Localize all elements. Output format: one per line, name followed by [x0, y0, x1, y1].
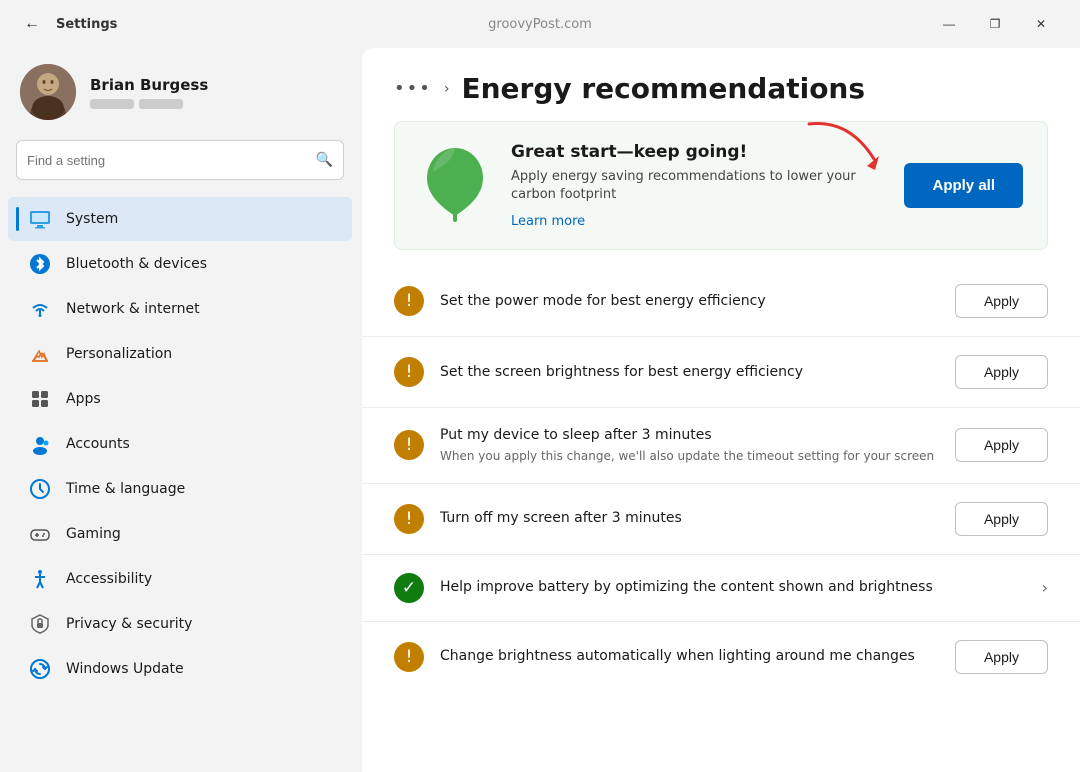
hero-title: Great start—keep going! — [511, 142, 884, 162]
sidebar-item-gaming[interactable]: Gaming — [8, 512, 352, 556]
sidebar-item-accounts[interactable]: Accounts — [8, 422, 352, 466]
app-name: Settings — [56, 17, 117, 32]
maximize-button[interactable]: ❐ — [972, 6, 1018, 42]
user-name: Brian Burgess — [90, 76, 208, 94]
rec-sublabel-sleep: When you apply this change, we'll also u… — [440, 449, 939, 465]
hero-desc: Apply energy saving recommendations to l… — [511, 168, 884, 204]
page-title: Energy recommendations — [461, 72, 865, 105]
rec-row-screen-off: ! Turn off my screen after 3 minutes App… — [362, 484, 1080, 555]
chevron-right-icon: › — [1042, 578, 1048, 597]
time-icon — [28, 477, 52, 501]
breadcrumb-dots: ••• — [394, 78, 432, 99]
content-header: ••• › Energy recommendations — [362, 48, 1080, 121]
warning-icon-screen-off: ! — [394, 504, 424, 534]
sidebar-item-accessibility[interactable]: Accessibility — [8, 557, 352, 601]
rec-row-power-mode: ! Set the power mode for best energy eff… — [362, 266, 1080, 337]
learn-more-link[interactable]: Learn more — [511, 214, 585, 229]
rec-text-battery-optimize: Help improve battery by optimizing the c… — [440, 578, 1018, 598]
bluetooth-icon — [28, 252, 52, 276]
rec-row-sleep: ! Put my device to sleep after 3 minutes… — [362, 408, 1080, 483]
rec-label-screen-brightness: Set the screen brightness for best energ… — [440, 363, 939, 383]
accounts-icon — [28, 432, 52, 456]
apply-all-button[interactable]: Apply all — [904, 163, 1023, 208]
personalization-icon — [28, 342, 52, 366]
search-icon: 🔍 — [316, 152, 333, 168]
sidebar-item-time-label: Time & language — [66, 481, 185, 497]
hero-banner: Great start—keep going! Apply energy sav… — [394, 121, 1048, 250]
network-icon — [28, 297, 52, 321]
sidebar-item-system[interactable]: System — [8, 197, 352, 241]
sidebar-item-network[interactable]: Network & internet — [8, 287, 352, 331]
site-watermark: groovyPost.com — [488, 17, 592, 32]
rec-label-auto-brightness: Change brightness automatically when lig… — [440, 647, 939, 667]
rec-text-power-mode: Set the power mode for best energy effic… — [440, 292, 939, 312]
sidebar-item-apps-label: Apps — [66, 391, 101, 407]
apply-button-screen-off[interactable]: Apply — [955, 502, 1048, 536]
apply-button-auto-brightness[interactable]: Apply — [955, 640, 1048, 674]
account-bar-2 — [139, 99, 183, 109]
system-icon — [28, 207, 52, 231]
sidebar-item-update[interactable]: Windows Update — [8, 647, 352, 691]
warning-icon-screen-brightness: ! — [394, 357, 424, 387]
search-box[interactable]: 🔍 — [16, 140, 344, 180]
rec-row-auto-brightness: ! Change brightness automatically when l… — [362, 622, 1080, 692]
sidebar-item-accounts-label: Accounts — [66, 436, 130, 452]
gaming-icon — [28, 522, 52, 546]
accessibility-icon — [28, 567, 52, 591]
title-bar: ← Settings groovyPost.com — ❐ ✕ — [0, 0, 1080, 48]
warning-icon-sleep: ! — [394, 430, 424, 460]
sidebar-item-personalization-label: Personalization — [66, 346, 172, 362]
search-input[interactable] — [27, 153, 316, 168]
rec-label-power-mode: Set the power mode for best energy effic… — [440, 292, 939, 312]
content-area: ••• › Energy recommendations Great start — [362, 48, 1080, 772]
back-button[interactable]: ← — [16, 8, 48, 40]
warning-icon-auto-brightness: ! — [394, 642, 424, 672]
sidebar-item-bluetooth[interactable]: Bluetooth & devices — [8, 242, 352, 286]
sidebar-item-personalization[interactable]: Personalization — [8, 332, 352, 376]
leaf-icon — [419, 144, 491, 228]
user-profile: Brian Burgess — [0, 48, 360, 140]
rec-label-screen-off: Turn off my screen after 3 minutes — [440, 509, 939, 529]
close-button[interactable]: ✕ — [1018, 6, 1064, 42]
success-icon-battery-optimize: ✓ — [394, 573, 424, 603]
sidebar-item-system-label: System — [66, 211, 118, 227]
sidebar-item-time[interactable]: Time & language — [8, 467, 352, 511]
rec-text-screen-brightness: Set the screen brightness for best energ… — [440, 363, 939, 383]
warning-icon-power-mode: ! — [394, 286, 424, 316]
sidebar-item-gaming-label: Gaming — [66, 526, 121, 542]
rec-row-battery-optimize[interactable]: ✓ Help improve battery by optimizing the… — [362, 555, 1080, 622]
avatar — [20, 64, 76, 120]
minimize-button[interactable]: — — [926, 6, 972, 42]
privacy-icon — [28, 612, 52, 636]
sidebar: Brian Burgess 🔍 — [0, 48, 360, 772]
rec-text-sleep: Put my device to sleep after 3 minutes W… — [440, 426, 939, 464]
rec-row-screen-brightness: ! Set the screen brightness for best ene… — [362, 337, 1080, 408]
sidebar-item-apps[interactable]: Apps — [8, 377, 352, 421]
breadcrumb-arrow: › — [444, 81, 450, 97]
sidebar-item-privacy-label: Privacy & security — [66, 616, 192, 632]
update-icon — [28, 657, 52, 681]
account-bar-1 — [90, 99, 134, 109]
rec-text-screen-off: Turn off my screen after 3 minutes — [440, 509, 939, 529]
window-controls: — ❐ ✕ — [926, 6, 1064, 42]
hero-text: Great start—keep going! Apply energy sav… — [511, 142, 884, 229]
apply-button-power-mode[interactable]: Apply — [955, 284, 1048, 318]
rec-label-sleep: Put my device to sleep after 3 minutes — [440, 426, 939, 446]
user-info: Brian Burgess — [90, 76, 208, 109]
sidebar-item-update-label: Windows Update — [66, 661, 184, 677]
apps-icon — [28, 387, 52, 411]
sidebar-item-accessibility-label: Accessibility — [66, 571, 152, 587]
recommendations-list: ! Set the power mode for best energy eff… — [362, 266, 1080, 691]
apply-button-screen-brightness[interactable]: Apply — [955, 355, 1048, 389]
user-account-bars — [90, 99, 208, 109]
apply-button-sleep[interactable]: Apply — [955, 428, 1048, 462]
rec-text-auto-brightness: Change brightness automatically when lig… — [440, 647, 939, 667]
sidebar-item-bluetooth-label: Bluetooth & devices — [66, 256, 207, 272]
app-body: Brian Burgess 🔍 — [0, 48, 1080, 772]
sidebar-nav: System Bluetooth & devices — [0, 196, 360, 692]
sidebar-item-network-label: Network & internet — [66, 301, 200, 317]
sidebar-item-privacy[interactable]: Privacy & security — [8, 602, 352, 646]
rec-label-battery-optimize: Help improve battery by optimizing the c… — [440, 578, 1018, 598]
